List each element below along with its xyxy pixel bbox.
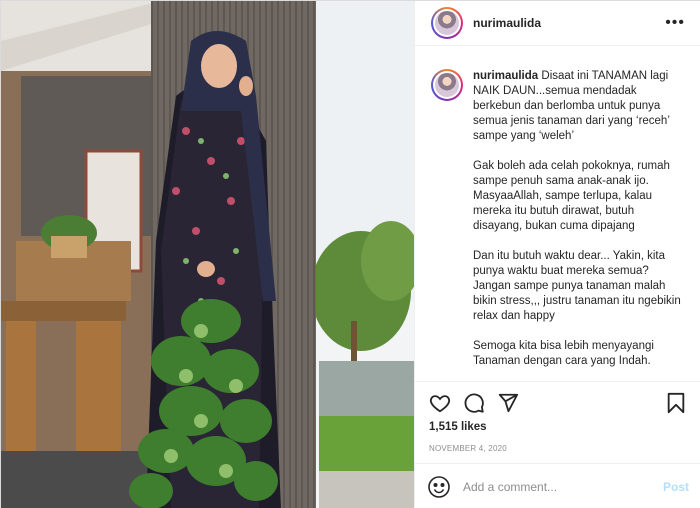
caption-text: nurimaulida Disaat ini TANAMAN lagi NAIK… bbox=[473, 69, 685, 381]
more-dots-icon[interactable]: ••• bbox=[665, 14, 685, 32]
caption-username[interactable]: nurimaulida bbox=[473, 70, 538, 82]
caption-para-4: Semoga kita bisa lebih menyayangi Tanama… bbox=[473, 340, 654, 367]
instagram-post: nurimaulida ••• nurimaulida Disaat ini T… bbox=[0, 0, 700, 508]
comment-icon[interactable] bbox=[461, 390, 487, 416]
caption-avatar[interactable] bbox=[431, 69, 463, 101]
comment-bar: Post bbox=[415, 463, 700, 508]
caption-para-3: Dan itu butuh waktu dear... Yakin, kita … bbox=[473, 250, 681, 322]
heart-icon[interactable] bbox=[427, 390, 453, 416]
post-image bbox=[1, 1, 414, 508]
post-sidebar: nurimaulida ••• nurimaulida Disaat ini T… bbox=[414, 1, 700, 508]
post-photo[interactable] bbox=[1, 1, 414, 508]
username-link[interactable]: nurimaulida bbox=[473, 16, 541, 30]
bookmark-icon[interactable] bbox=[663, 390, 689, 416]
likes-count[interactable]: 1,515 likes bbox=[429, 421, 487, 433]
emoji-icon[interactable] bbox=[427, 475, 451, 499]
caption-para-2: Gak boleh ada celah pokoknya, rumah samp… bbox=[473, 160, 670, 232]
action-bar bbox=[415, 381, 700, 423]
comment-input[interactable] bbox=[463, 479, 663, 494]
post-date: NOVEMBER 4, 2020 bbox=[429, 444, 507, 453]
post-header: nurimaulida ••• bbox=[415, 1, 700, 46]
post-button[interactable]: Post bbox=[663, 480, 689, 494]
avatar[interactable] bbox=[431, 7, 463, 39]
caption: nurimaulida Disaat ini TANAMAN lagi NAIK… bbox=[415, 47, 700, 381]
share-icon[interactable] bbox=[495, 390, 521, 416]
